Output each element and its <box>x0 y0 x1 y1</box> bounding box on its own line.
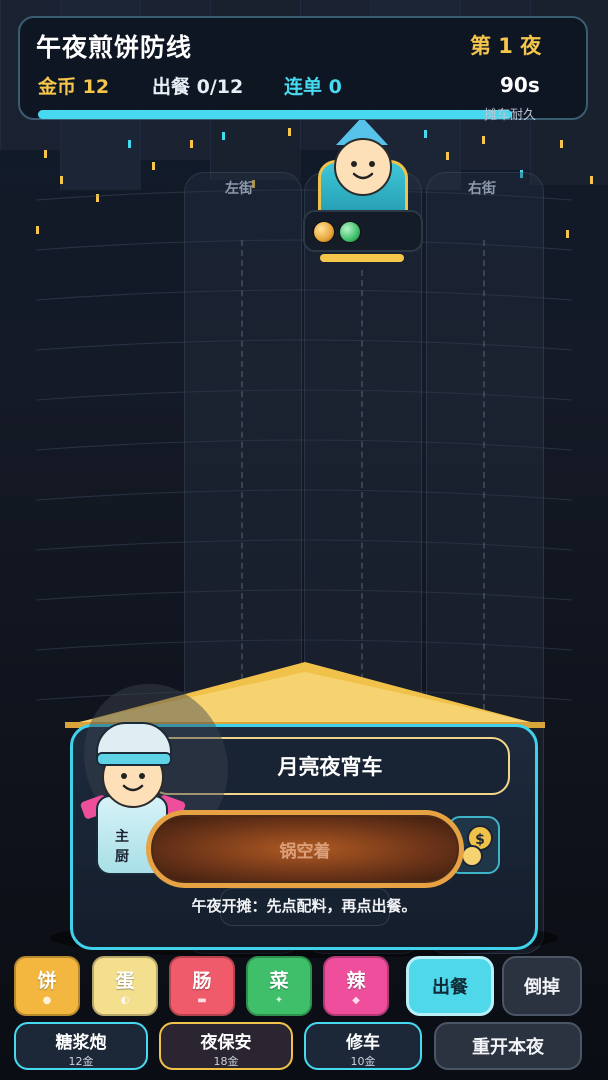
lane-divider <box>483 240 485 720</box>
durability-label: 摊车耐久 <box>484 108 537 123</box>
combo-counter: 连单 0 <box>284 76 342 98</box>
serve-button[interactable]: 出餐 <box>406 956 494 1016</box>
ingredient-button-pancake[interactable]: 饼 ● <box>14 956 80 1016</box>
egg-icon: ◐ <box>120 995 130 1006</box>
coins-counter: 金币 12 <box>38 76 110 98</box>
ingredient-button-sausage[interactable]: 肠 ▬ <box>169 956 235 1016</box>
customer-patience-bar <box>320 254 404 262</box>
timer: 90s <box>500 73 540 97</box>
veg-icon: ✦ <box>274 995 284 1006</box>
order-ingredient-2 <box>339 221 361 243</box>
customer-face <box>334 138 392 196</box>
shop-button-syrup-cannon[interactable]: 糖浆炮 12金 <box>14 1022 148 1070</box>
chef-hat-band <box>96 752 172 766</box>
lane-divider <box>241 240 243 720</box>
order-ingredient-1 <box>313 221 335 243</box>
lane-label-left: 左街 <box>225 181 253 197</box>
durability-fill <box>38 110 512 119</box>
ingredient-button-egg[interactable]: 蛋 ◐ <box>92 956 158 1016</box>
ingredient-label: 菜 <box>269 970 289 992</box>
shop-button-night-guard[interactable]: 夜保安 18金 <box>159 1022 293 1070</box>
game-title: 午夜煎饼防线 <box>36 33 193 62</box>
ingredient-label: 饼 <box>37 970 57 992</box>
pancake-icon: ● <box>42 995 52 1006</box>
served-counter: 出餐 0/12 <box>152 76 244 98</box>
shop-item-price: 10金 <box>350 1055 376 1068</box>
ingredient-label: 辣 <box>346 970 366 992</box>
discard-button[interactable]: 倒掉 <box>502 956 582 1016</box>
ingredient-button-spicy[interactable]: 辣 ◆ <box>323 956 389 1016</box>
shop-item-price: 18金 <box>213 1055 239 1068</box>
shop-item-name: 糖浆炮 <box>55 1033 107 1053</box>
ingredient-label: 肠 <box>192 970 212 992</box>
ingredient-button-veg[interactable]: 菜 ✦ <box>246 956 312 1016</box>
customer-order <box>303 210 423 252</box>
ingredient-label: 蛋 <box>115 970 135 992</box>
griddle-pan[interactable]: 锅空着 <box>146 810 464 888</box>
shop-item-name: 修车 <box>346 1033 380 1053</box>
shop-button-repair[interactable]: 修车 10金 <box>304 1022 422 1070</box>
restart-night-button[interactable]: 重开本夜 <box>434 1022 582 1070</box>
sausage-icon: ▬ <box>197 995 207 1006</box>
durability-bar <box>38 110 512 119</box>
lane-label-right: 右街 <box>468 181 496 197</box>
chef-label: 主厨 <box>115 829 129 865</box>
spicy-icon: ◆ <box>352 995 360 1006</box>
lane-divider <box>361 270 363 720</box>
night-counter: 第 1 夜 <box>470 34 542 58</box>
shop-item-name: 夜保安 <box>200 1033 252 1053</box>
shop-item-price: 12金 <box>68 1055 94 1068</box>
svg-text:$: $ <box>475 832 485 848</box>
hint-text: 午夜开摊：先点配料，再点出餐。 <box>191 897 417 915</box>
pan-status: 锅空着 <box>151 815 459 883</box>
